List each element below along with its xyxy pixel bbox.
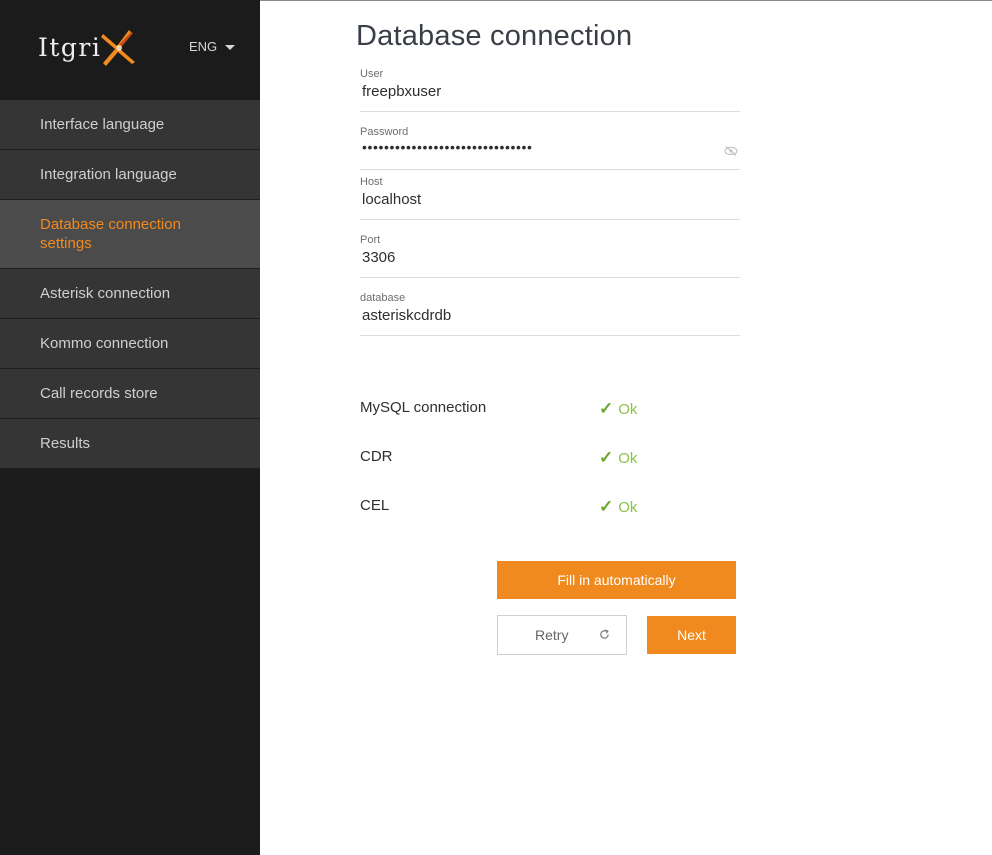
eye-off-icon[interactable] bbox=[724, 146, 738, 156]
check-name: CDR bbox=[360, 448, 393, 465]
sidebar-item-label: Results bbox=[40, 435, 91, 452]
sidebar-item-call-records-store[interactable]: Call records store bbox=[0, 369, 260, 419]
sidebar-item-database-connection[interactable]: Database connection settings bbox=[0, 200, 260, 269]
retry-label: Retry bbox=[535, 627, 569, 643]
host-field[interactable]: Host localhost bbox=[360, 176, 740, 220]
port-field-value[interactable]: 3306 bbox=[362, 249, 395, 266]
password-field[interactable]: Password ••••••••••••••••••••••••••••••• bbox=[360, 126, 740, 170]
logo-text: Itgri bbox=[38, 32, 102, 62]
language-label: ENG bbox=[189, 39, 218, 54]
sidebar-item-integration-language[interactable]: Integration language bbox=[0, 150, 260, 200]
password-field-label: Password bbox=[360, 126, 409, 138]
check-status: Ok bbox=[618, 498, 638, 516]
sidebar-item-kommo-connection[interactable]: Kommo connection bbox=[0, 319, 260, 369]
password-field-value[interactable]: ••••••••••••••••••••••••••••••• bbox=[362, 139, 533, 155]
sidebar-item-label: Integration language bbox=[40, 166, 177, 183]
sidebar-item-label: Call records store bbox=[40, 385, 158, 402]
check-icon: ✓ bbox=[599, 497, 614, 516]
sidebar-item-label: Interface language bbox=[40, 116, 165, 133]
brand-header: Itgri ENG bbox=[0, 0, 260, 100]
user-field-label: User bbox=[360, 68, 384, 80]
sidebar-item-label: Kommo connection bbox=[40, 335, 169, 352]
database-field-label: database bbox=[360, 292, 406, 304]
check-row-cdr: CDR ✓ Ok bbox=[360, 448, 660, 468]
user-field[interactable]: User freepbxuser bbox=[360, 68, 740, 112]
port-field[interactable]: Port 3306 bbox=[360, 234, 740, 278]
next-button[interactable]: Next bbox=[647, 616, 736, 654]
fill-automatically-button[interactable]: Fill in automatically bbox=[497, 561, 736, 599]
sidebar-nav: Interface language Integration language … bbox=[0, 100, 260, 469]
check-status: Ok bbox=[618, 400, 638, 418]
refresh-icon bbox=[600, 629, 609, 639]
database-field-value[interactable]: asteriskcdrdb bbox=[362, 307, 451, 324]
page-title: Database connection bbox=[356, 20, 633, 52]
check-row-cel: CEL ✓ Ok bbox=[360, 497, 660, 517]
next-label: Next bbox=[677, 627, 706, 643]
check-name: MySQL connection bbox=[360, 399, 487, 416]
status-badge: ✓ Ok bbox=[599, 399, 637, 419]
top-divider bbox=[260, 0, 992, 1]
status-badge: ✓ Ok bbox=[599, 497, 637, 517]
chevron-down-icon bbox=[225, 44, 236, 50]
itgrix-x-logo-icon bbox=[101, 30, 136, 66]
user-field-value[interactable]: freepbxuser bbox=[362, 83, 441, 100]
host-field-label: Host bbox=[360, 176, 383, 188]
database-field[interactable]: database asteriskcdrdb bbox=[360, 292, 740, 336]
sidebar-item-label: Asterisk connection bbox=[40, 285, 171, 302]
check-status: Ok bbox=[618, 449, 638, 467]
sidebar-item-results[interactable]: Results bbox=[0, 419, 260, 469]
sidebar: Itgri ENG Interface language Integration… bbox=[0, 0, 260, 855]
sidebar-item-interface-language[interactable]: Interface language bbox=[0, 100, 260, 150]
language-selector[interactable]: ENG bbox=[189, 39, 236, 54]
sidebar-item-label: Database connection settings bbox=[40, 216, 181, 252]
check-name: CEL bbox=[360, 497, 390, 514]
logo[interactable]: Itgri bbox=[38, 24, 137, 70]
port-field-label: Port bbox=[360, 234, 381, 246]
host-field-value[interactable]: localhost bbox=[362, 191, 421, 208]
fill-automatically-label: Fill in automatically bbox=[557, 572, 676, 588]
check-icon: ✓ bbox=[599, 448, 614, 467]
retry-button[interactable]: Retry bbox=[497, 615, 627, 655]
status-badge: ✓ Ok bbox=[599, 448, 637, 468]
sidebar-item-asterisk-connection[interactable]: Asterisk connection bbox=[0, 269, 260, 319]
check-icon: ✓ bbox=[599, 399, 614, 418]
check-row-mysql: MySQL connection ✓ Ok bbox=[360, 399, 660, 419]
